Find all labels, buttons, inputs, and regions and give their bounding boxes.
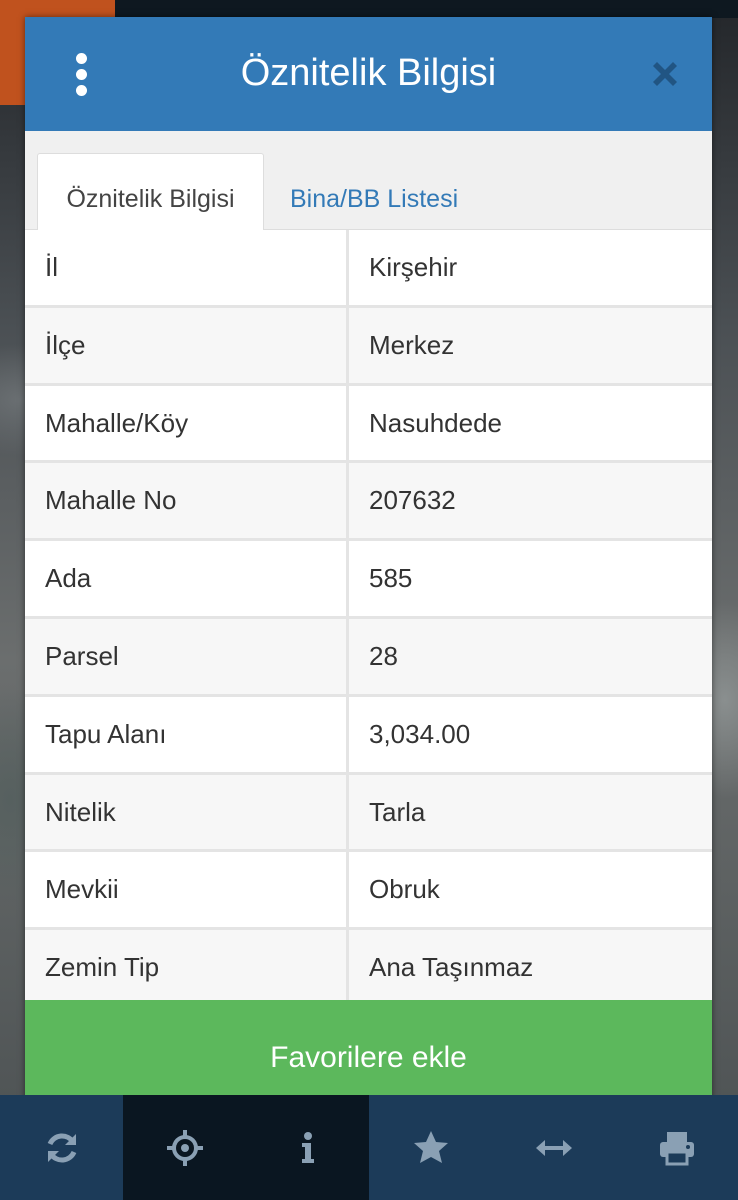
star-icon — [413, 1130, 448, 1163]
print-icon — [659, 1131, 694, 1165]
row-value: Ana Taşınmaz — [369, 952, 534, 983]
favorites-button[interactable] — [369, 1095, 492, 1200]
dialog-title: Öznitelik Bilgisi — [240, 52, 497, 94]
print-button[interactable] — [615, 1095, 738, 1200]
table-row: İl Kirşehir — [25, 230, 712, 308]
row-value: Tarla — [369, 796, 426, 827]
table-row: Ada 585 — [25, 541, 712, 619]
row-label: İl — [25, 230, 349, 305]
table-row: Zemin Tip Ana Taşınmaz — [25, 930, 712, 1008]
info-button[interactable] — [246, 1095, 369, 1200]
map-top-strip — [115, 0, 738, 18]
row-label: Zemin Tip — [25, 930, 349, 1005]
crosshair-icon — [166, 1129, 203, 1166]
bottom-toolbar — [0, 1095, 738, 1200]
row-label: Tapu Alanı — [25, 696, 349, 772]
attribute-dialog: Öznitelik Bilgisi Öznitelik Bilgisi Bina… — [25, 17, 712, 1115]
row-value: 3,034.00 — [369, 718, 471, 749]
table-row: Parsel 28 — [25, 618, 712, 697]
close-icon[interactable] — [648, 57, 682, 91]
row-label: Mahalle No — [25, 463, 349, 539]
table-row: Mahalle No 207632 — [25, 463, 712, 542]
row-label: İlçe — [25, 307, 349, 383]
table-row: Mevkii Obruk — [25, 852, 712, 931]
row-value: Nasuhdede — [369, 407, 502, 438]
row-value: 207632 — [369, 485, 456, 516]
row-label: Parsel — [25, 618, 349, 694]
row-label: Mahalle/Köy — [25, 385, 349, 461]
measure-button[interactable] — [492, 1095, 615, 1200]
row-value: Merkez — [369, 329, 455, 360]
row-value: 28 — [369, 640, 398, 671]
table-row: Tapu Alanı 3,034.00 — [25, 696, 712, 775]
row-value: 585 — [369, 563, 413, 594]
tab-bar: Öznitelik Bilgisi Bina/BB Listesi — [25, 131, 712, 231]
row-value: Kirşehir — [369, 252, 458, 282]
row-label: Ada — [25, 541, 349, 616]
table-row: Nitelik Tarla — [25, 774, 712, 853]
refresh-button[interactable] — [0, 1095, 123, 1200]
row-value: Obruk — [369, 874, 440, 905]
tab-building-list[interactable]: Bina/BB Listesi — [270, 153, 478, 229]
attribute-table: İl Kirşehir İlçe Merkez Mahalle/Köy Nasu… — [25, 230, 712, 1008]
measure-arrows-icon — [535, 1139, 572, 1156]
tab-attribute-info[interactable]: Öznitelik Bilgisi — [37, 153, 264, 231]
table-row: İlçe Merkez — [25, 307, 712, 386]
locate-button[interactable] — [123, 1095, 246, 1200]
row-label: Nitelik — [25, 774, 349, 850]
refresh-icon — [47, 1133, 76, 1162]
row-label: Mevkii — [25, 852, 349, 928]
dialog-header: Öznitelik Bilgisi — [25, 17, 712, 131]
info-icon — [301, 1131, 314, 1163]
table-row: Mahalle/Köy Nasuhdede — [25, 385, 712, 464]
